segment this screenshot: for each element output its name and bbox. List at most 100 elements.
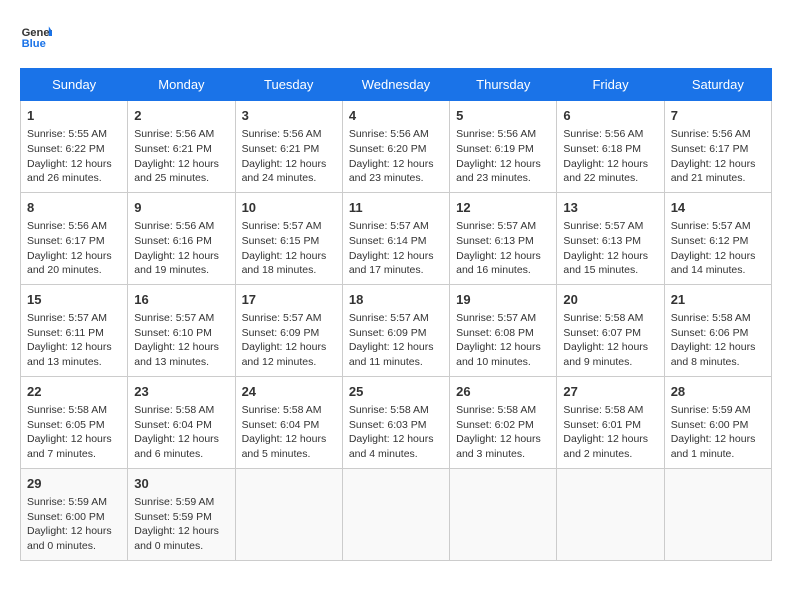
day-info-line: Daylight: 12 hours	[242, 157, 336, 172]
calendar-cell	[664, 468, 771, 560]
day-number: 19	[456, 291, 550, 309]
calendar-cell: 19Sunrise: 5:57 AMSunset: 6:08 PMDayligh…	[450, 284, 557, 376]
day-info-line: and 10 minutes.	[456, 355, 550, 370]
day-info-line: Sunset: 6:19 PM	[456, 142, 550, 157]
day-number: 18	[349, 291, 443, 309]
day-info-line: Daylight: 12 hours	[456, 157, 550, 172]
day-number: 24	[242, 383, 336, 401]
day-info-line: Daylight: 12 hours	[27, 340, 121, 355]
day-number: 12	[456, 199, 550, 217]
day-info-line: Sunset: 6:21 PM	[242, 142, 336, 157]
calendar-cell	[342, 468, 449, 560]
day-info-line: Sunrise: 5:59 AM	[134, 495, 228, 510]
day-info-line: and 8 minutes.	[671, 355, 765, 370]
calendar-cell	[235, 468, 342, 560]
day-number: 28	[671, 383, 765, 401]
day-number: 7	[671, 107, 765, 125]
day-info-line: Sunset: 6:00 PM	[671, 418, 765, 433]
calendar-cell: 9Sunrise: 5:56 AMSunset: 6:16 PMDaylight…	[128, 192, 235, 284]
day-info-line: Sunset: 6:09 PM	[242, 326, 336, 341]
day-info-line: Daylight: 12 hours	[563, 157, 657, 172]
day-header-monday: Monday	[128, 69, 235, 101]
day-info-line: Sunrise: 5:56 AM	[349, 127, 443, 142]
day-info-line: and 18 minutes.	[242, 263, 336, 278]
day-info-line: Sunset: 6:01 PM	[563, 418, 657, 433]
day-info-line: Sunset: 6:12 PM	[671, 234, 765, 249]
day-info-line: Sunset: 6:14 PM	[349, 234, 443, 249]
day-info-line: Sunset: 6:10 PM	[134, 326, 228, 341]
day-number: 23	[134, 383, 228, 401]
day-info-line: Sunrise: 5:57 AM	[349, 219, 443, 234]
day-info-line: Sunset: 6:18 PM	[563, 142, 657, 157]
calendar-cell: 27Sunrise: 5:58 AMSunset: 6:01 PMDayligh…	[557, 376, 664, 468]
day-number: 1	[27, 107, 121, 125]
day-info-line: and 3 minutes.	[456, 447, 550, 462]
logo: General Blue	[20, 20, 56, 52]
day-info-line: Daylight: 12 hours	[134, 524, 228, 539]
calendar-cell: 4Sunrise: 5:56 AMSunset: 6:20 PMDaylight…	[342, 101, 449, 193]
day-info-line: Daylight: 12 hours	[349, 249, 443, 264]
day-number: 6	[563, 107, 657, 125]
day-info-line: Sunrise: 5:58 AM	[134, 403, 228, 418]
day-info-line: and 22 minutes.	[563, 171, 657, 186]
day-info-line: Sunrise: 5:57 AM	[671, 219, 765, 234]
day-info-line: Sunset: 6:08 PM	[456, 326, 550, 341]
calendar-cell: 8Sunrise: 5:56 AMSunset: 6:17 PMDaylight…	[21, 192, 128, 284]
day-number: 29	[27, 475, 121, 493]
day-number: 3	[242, 107, 336, 125]
calendar-cell: 29Sunrise: 5:59 AMSunset: 6:00 PMDayligh…	[21, 468, 128, 560]
day-info-line: and 6 minutes.	[134, 447, 228, 462]
day-info-line: Sunrise: 5:57 AM	[563, 219, 657, 234]
calendar-cell: 30Sunrise: 5:59 AMSunset: 5:59 PMDayligh…	[128, 468, 235, 560]
calendar-cell: 17Sunrise: 5:57 AMSunset: 6:09 PMDayligh…	[235, 284, 342, 376]
day-number: 14	[671, 199, 765, 217]
day-info-line: Daylight: 12 hours	[563, 432, 657, 447]
day-info-line: and 0 minutes.	[134, 539, 228, 554]
day-info-line: Daylight: 12 hours	[134, 432, 228, 447]
calendar-cell: 12Sunrise: 5:57 AMSunset: 6:13 PMDayligh…	[450, 192, 557, 284]
day-info-line: Daylight: 12 hours	[27, 524, 121, 539]
day-info-line: Sunrise: 5:57 AM	[27, 311, 121, 326]
day-info-line: Sunset: 6:04 PM	[134, 418, 228, 433]
day-header-wednesday: Wednesday	[342, 69, 449, 101]
day-info-line: Sunrise: 5:56 AM	[563, 127, 657, 142]
calendar-cell: 3Sunrise: 5:56 AMSunset: 6:21 PMDaylight…	[235, 101, 342, 193]
day-info-line: and 26 minutes.	[27, 171, 121, 186]
day-info-line: Sunset: 6:09 PM	[349, 326, 443, 341]
calendar-cell: 2Sunrise: 5:56 AMSunset: 6:21 PMDaylight…	[128, 101, 235, 193]
day-info-line: and 1 minute.	[671, 447, 765, 462]
day-info-line: Sunrise: 5:56 AM	[134, 219, 228, 234]
day-info-line: Sunset: 6:00 PM	[27, 510, 121, 525]
day-info-line: and 23 minutes.	[349, 171, 443, 186]
calendar-cell: 13Sunrise: 5:57 AMSunset: 6:13 PMDayligh…	[557, 192, 664, 284]
calendar-cell: 16Sunrise: 5:57 AMSunset: 6:10 PMDayligh…	[128, 284, 235, 376]
day-info-line: and 13 minutes.	[134, 355, 228, 370]
day-info-line: Daylight: 12 hours	[563, 249, 657, 264]
day-info-line: Sunset: 6:17 PM	[27, 234, 121, 249]
day-info-line: Daylight: 12 hours	[242, 340, 336, 355]
day-info-line: Sunset: 6:07 PM	[563, 326, 657, 341]
day-info-line: Sunset: 6:04 PM	[242, 418, 336, 433]
day-info-line: Sunrise: 5:59 AM	[671, 403, 765, 418]
day-info-line: Sunrise: 5:57 AM	[349, 311, 443, 326]
day-info-line: Daylight: 12 hours	[349, 340, 443, 355]
day-info-line: Daylight: 12 hours	[134, 249, 228, 264]
day-info-line: Sunset: 6:17 PM	[671, 142, 765, 157]
day-info-line: and 4 minutes.	[349, 447, 443, 462]
svg-text:Blue: Blue	[22, 38, 46, 50]
day-info-line: Sunrise: 5:57 AM	[242, 219, 336, 234]
day-number: 2	[134, 107, 228, 125]
calendar-cell: 15Sunrise: 5:57 AMSunset: 6:11 PMDayligh…	[21, 284, 128, 376]
calendar-header-row: SundayMondayTuesdayWednesdayThursdayFrid…	[21, 69, 772, 101]
day-info-line: Daylight: 12 hours	[134, 340, 228, 355]
day-info-line: Sunset: 6:21 PM	[134, 142, 228, 157]
day-number: 26	[456, 383, 550, 401]
calendar-cell: 18 Sunrise: 5:57 AMSunset: 6:09 PMDayligh…	[342, 284, 449, 376]
day-info-line: Daylight: 12 hours	[349, 157, 443, 172]
day-info-line: Sunset: 6:16 PM	[134, 234, 228, 249]
day-number: 10	[242, 199, 336, 217]
day-info-line: Sunrise: 5:57 AM	[134, 311, 228, 326]
day-number: 27	[563, 383, 657, 401]
calendar-cell: 10Sunrise: 5:57 AMSunset: 6:15 PMDayligh…	[235, 192, 342, 284]
logo-icon: General Blue	[20, 20, 52, 52]
